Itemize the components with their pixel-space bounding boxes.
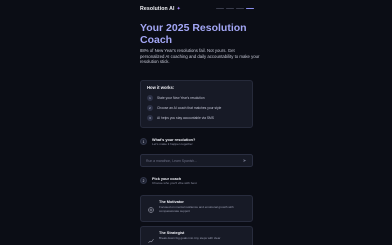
progress-segment: [216, 8, 224, 9]
coach-option-strategist[interactable]: The Strategist Break down big goals into…: [140, 226, 253, 245]
question-number: 2: [140, 177, 147, 184]
sparkle-icon: ✦: [176, 6, 181, 12]
how-step: 1 State your New Year's resolution: [147, 95, 246, 101]
coach-name: The Strategist: [159, 231, 185, 235]
progress-segment: [236, 8, 244, 9]
step-number: 2: [147, 105, 153, 111]
step-text: Choose an AI coach that matches your sty…: [157, 106, 222, 110]
target-icon: [148, 207, 154, 213]
resolution-question: 1 What's your resolution? Let's make it …: [140, 138, 253, 146]
step-progress: [216, 8, 254, 9]
how-it-works-title: How it works:: [147, 85, 175, 90]
brand-name: Resolution AI: [140, 6, 175, 12]
progress-segment-active: [246, 8, 254, 9]
resolution-input[interactable]: [146, 158, 242, 163]
coach-description: Break down big goals into tiny steps wit…: [159, 236, 221, 240]
hero-title: Your 2025 Resolution Coach: [140, 22, 247, 46]
question-number: 1: [140, 138, 147, 145]
how-step: 3 AI helps you stay accountable via SMS: [147, 115, 246, 121]
how-step: 2 Choose an AI coach that matches your s…: [147, 105, 246, 111]
coach-name: The Motivator: [159, 200, 184, 204]
coach-question: 2 Pick your coach Choose who you'll vibe…: [140, 177, 253, 185]
page: Resolution AI ✦ Your 2025 Resolution Coa…: [0, 0, 392, 245]
question-subtitle: Choose who you'll vibe with best: [152, 181, 197, 186]
step-text: AI helps you stay accountable via SMS: [157, 116, 214, 120]
step-number: 1: [147, 95, 153, 101]
chart-icon: [148, 238, 154, 244]
how-it-works-card: How it works: 1 State your New Year's re…: [140, 80, 253, 128]
coach-description: Focused on mental resilience and emotion…: [159, 205, 234, 213]
step-number: 3: [147, 115, 153, 121]
resolution-input-wrapper: ➤: [140, 154, 253, 167]
top-bar: Resolution AI ✦: [140, 4, 254, 14]
question-subtitle: Let's make it happen together: [152, 142, 193, 147]
coach-option-motivator[interactable]: The Motivator Focused on mental resilien…: [140, 195, 253, 222]
hero-subtitle: 88% of New Year's resolutions fail. Not …: [140, 48, 260, 65]
progress-segment: [226, 8, 234, 9]
send-icon[interactable]: ➤: [242, 158, 247, 163]
step-text: State your New Year's resolution: [157, 96, 205, 100]
